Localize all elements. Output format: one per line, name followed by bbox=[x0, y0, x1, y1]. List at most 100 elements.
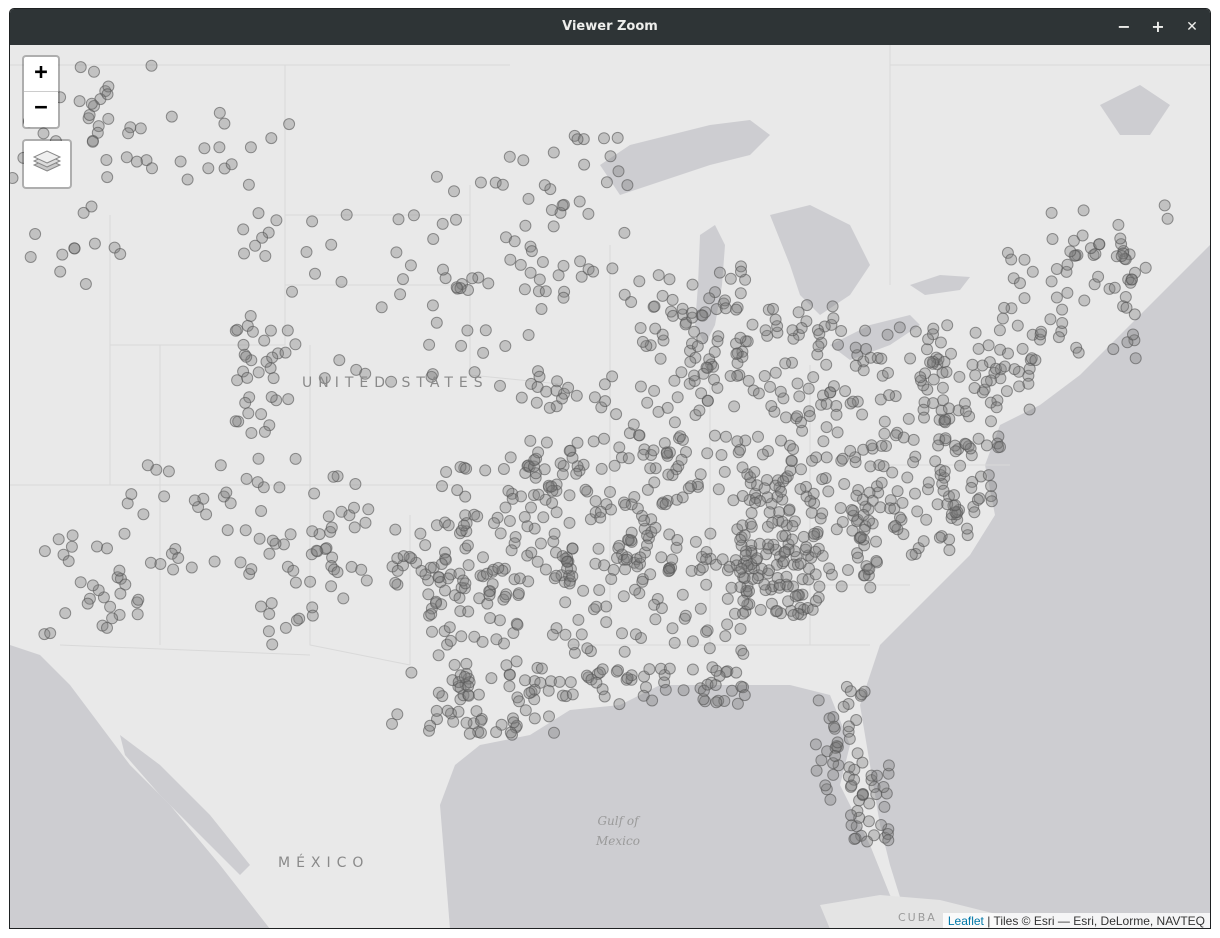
location-marker[interactable] bbox=[634, 551, 647, 564]
location-marker[interactable] bbox=[266, 534, 279, 547]
location-marker[interactable] bbox=[325, 580, 338, 593]
location-marker[interactable] bbox=[553, 675, 566, 688]
location-marker[interactable] bbox=[289, 452, 302, 465]
location-marker[interactable] bbox=[960, 438, 973, 451]
location-marker[interactable] bbox=[875, 476, 888, 489]
location-marker[interactable] bbox=[675, 453, 688, 466]
location-marker[interactable] bbox=[813, 328, 826, 340]
location-marker[interactable] bbox=[523, 687, 536, 700]
location-marker[interactable] bbox=[202, 162, 215, 175]
location-marker[interactable] bbox=[600, 600, 613, 613]
location-marker[interactable] bbox=[185, 561, 198, 574]
location-marker[interactable] bbox=[403, 550, 416, 563]
location-marker[interactable] bbox=[503, 680, 516, 693]
location-marker[interactable] bbox=[800, 541, 813, 554]
location-marker[interactable] bbox=[518, 283, 531, 296]
location-marker[interactable] bbox=[29, 228, 42, 240]
location-marker[interactable] bbox=[461, 324, 474, 337]
location-marker[interactable] bbox=[759, 324, 772, 337]
location-marker[interactable] bbox=[832, 338, 844, 351]
location-marker[interactable] bbox=[994, 440, 1006, 453]
location-marker[interactable] bbox=[914, 371, 927, 384]
location-marker[interactable] bbox=[656, 289, 669, 302]
location-marker[interactable] bbox=[810, 595, 822, 607]
location-marker[interactable] bbox=[270, 214, 283, 227]
location-marker[interactable] bbox=[463, 727, 476, 740]
location-marker[interactable] bbox=[474, 176, 487, 189]
location-marker[interactable] bbox=[101, 171, 114, 184]
location-marker[interactable] bbox=[389, 523, 402, 536]
location-marker[interactable] bbox=[134, 122, 147, 135]
location-marker[interactable] bbox=[775, 485, 787, 498]
location-marker[interactable] bbox=[538, 179, 551, 192]
location-marker[interactable] bbox=[1044, 313, 1057, 326]
location-marker[interactable] bbox=[571, 133, 584, 146]
location-marker[interactable] bbox=[457, 519, 470, 532]
location-marker[interactable] bbox=[567, 638, 580, 651]
location-marker[interactable] bbox=[550, 506, 563, 519]
location-marker[interactable] bbox=[918, 411, 930, 424]
location-marker[interactable] bbox=[859, 324, 872, 337]
location-marker[interactable] bbox=[499, 590, 512, 603]
location-marker[interactable] bbox=[976, 359, 989, 372]
location-marker[interactable] bbox=[533, 273, 546, 286]
location-marker[interactable] bbox=[748, 466, 761, 478]
location-marker[interactable] bbox=[101, 88, 114, 101]
location-marker[interactable] bbox=[842, 720, 855, 733]
location-marker[interactable] bbox=[471, 510, 484, 523]
location-marker[interactable] bbox=[439, 584, 451, 597]
location-marker[interactable] bbox=[619, 499, 632, 511]
location-marker[interactable] bbox=[543, 401, 556, 414]
location-marker[interactable] bbox=[643, 663, 656, 676]
location-marker[interactable] bbox=[245, 563, 258, 576]
location-marker[interactable] bbox=[447, 715, 460, 728]
location-marker[interactable] bbox=[682, 482, 695, 495]
location-marker[interactable] bbox=[540, 436, 553, 449]
location-marker[interactable] bbox=[1052, 331, 1065, 344]
location-marker[interactable] bbox=[284, 528, 297, 541]
location-marker[interactable] bbox=[88, 65, 100, 78]
location-marker[interactable] bbox=[648, 384, 661, 397]
location-marker[interactable] bbox=[731, 697, 744, 710]
location-marker[interactable] bbox=[865, 439, 878, 452]
location-marker[interactable] bbox=[708, 346, 721, 358]
location-marker[interactable] bbox=[554, 457, 567, 470]
location-marker[interactable] bbox=[407, 209, 420, 222]
location-marker[interactable] bbox=[279, 621, 292, 634]
location-marker[interactable] bbox=[684, 355, 697, 368]
location-marker[interactable] bbox=[483, 589, 496, 602]
location-marker[interactable] bbox=[730, 666, 743, 679]
location-marker[interactable] bbox=[686, 663, 699, 676]
location-marker[interactable] bbox=[145, 59, 158, 72]
location-marker[interactable] bbox=[794, 557, 807, 570]
location-marker[interactable] bbox=[252, 366, 265, 379]
location-marker[interactable] bbox=[724, 272, 737, 285]
location-marker[interactable] bbox=[237, 223, 250, 236]
location-marker[interactable] bbox=[605, 503, 617, 516]
location-marker[interactable] bbox=[831, 426, 844, 439]
location-marker[interactable] bbox=[426, 625, 438, 638]
location-marker[interactable] bbox=[66, 529, 79, 542]
location-marker[interactable] bbox=[621, 179, 634, 192]
location-marker[interactable] bbox=[701, 624, 714, 637]
location-marker[interactable] bbox=[847, 395, 859, 408]
location-marker[interactable] bbox=[440, 466, 453, 478]
location-marker[interactable] bbox=[909, 325, 922, 338]
location-marker[interactable] bbox=[985, 495, 998, 508]
location-marker[interactable] bbox=[589, 495, 602, 508]
location-marker[interactable] bbox=[451, 484, 464, 497]
location-marker[interactable] bbox=[877, 460, 890, 473]
location-marker[interactable] bbox=[1161, 212, 1174, 225]
location-marker[interactable] bbox=[524, 266, 537, 279]
location-marker[interactable] bbox=[752, 430, 764, 443]
location-marker[interactable] bbox=[394, 288, 407, 301]
location-marker[interactable] bbox=[432, 686, 445, 699]
location-marker[interactable] bbox=[513, 695, 525, 708]
location-marker[interactable] bbox=[716, 553, 729, 566]
location-marker[interactable] bbox=[348, 501, 360, 514]
location-marker[interactable] bbox=[86, 579, 99, 592]
location-marker[interactable] bbox=[1061, 258, 1074, 271]
location-marker[interactable] bbox=[1022, 377, 1035, 390]
location-marker[interactable] bbox=[629, 628, 642, 641]
location-marker[interactable] bbox=[712, 483, 725, 496]
